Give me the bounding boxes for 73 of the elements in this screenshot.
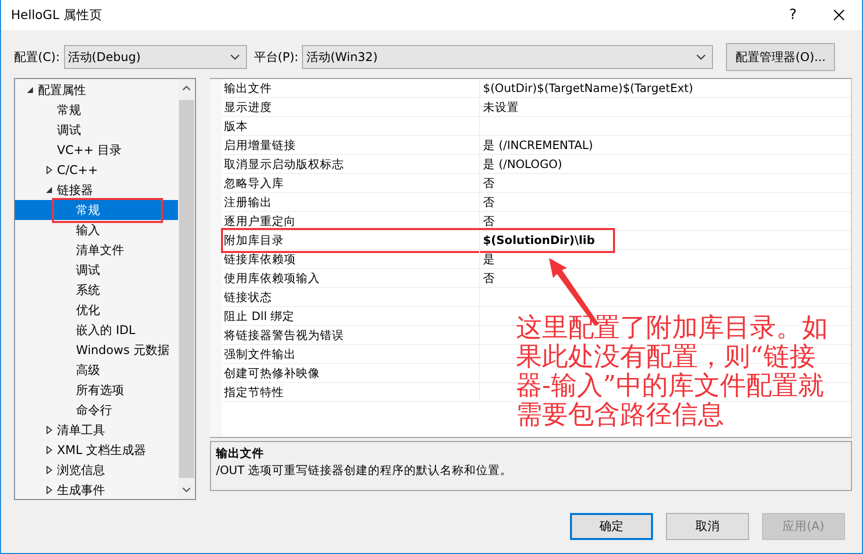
property-value[interactable]: $(OutDir)$(TargetName)$(TargetExt): [483, 79, 694, 97]
expanded-arrow-icon[interactable]: [26, 86, 34, 94]
property-name: 忽略导入库: [222, 174, 480, 192]
property-name: 输出文件: [222, 79, 480, 97]
property-name: 将链接器警告视为错误: [222, 326, 480, 344]
collapsed-arrow-icon[interactable]: [45, 486, 53, 494]
close-icon[interactable]: [833, 9, 845, 21]
tree-item[interactable]: 清单文件: [75, 242, 125, 258]
tree-item[interactable]: 生成事件: [56, 482, 106, 498]
tree-item[interactable]: 调试: [56, 122, 82, 138]
property-name: 显示进度: [222, 98, 480, 116]
property-name: 逐用户重定向: [222, 212, 480, 230]
expanded-arrow-icon[interactable]: [45, 186, 53, 194]
collapsed-arrow-icon[interactable]: [45, 166, 53, 174]
tree-item[interactable]: 高级: [75, 362, 101, 378]
collapsed-arrow-icon[interactable]: [45, 426, 53, 434]
property-name: 版本: [222, 117, 480, 135]
dialog-button[interactable]: 取消: [666, 513, 749, 540]
property-name: 附加库目录: [222, 231, 480, 249]
platform-dropdown[interactable]: 活动(Win32): [302, 45, 714, 69]
tree-item[interactable]: 浏览信息: [56, 462, 106, 478]
property-value[interactable]: 否: [483, 193, 495, 211]
configuration-manager-button[interactable]: 配置管理器(O)...: [726, 43, 835, 71]
tree-item[interactable]: 系统: [75, 282, 101, 298]
tree-item[interactable]: 配置属性: [37, 82, 87, 98]
tree-item[interactable]: 所有选项: [75, 382, 125, 398]
tree-item[interactable]: VC++ 目录: [56, 142, 123, 158]
dropdown-caret-icon: [696, 54, 706, 60]
annotation-text: 这里配置了附加库目录。如果此处没有配置，则“链接器-输入”中的库文件配置就需要包含路径信息: [516, 314, 829, 430]
property-name: 创建可热修补映像: [222, 364, 480, 382]
property-name: 取消显示启动版权标志: [222, 155, 480, 173]
property-value[interactable]: 未设置: [483, 98, 519, 116]
tree-item[interactable]: 优化: [75, 302, 101, 318]
property-value[interactable]: 否: [483, 174, 495, 192]
property-name: 链接状态: [222, 288, 480, 306]
tree-item[interactable]: 常规: [56, 102, 82, 118]
property-value[interactable]: 否: [483, 269, 495, 287]
collapsed-arrow-icon[interactable]: [45, 466, 53, 474]
tree-item[interactable]: 输入: [75, 222, 101, 238]
scroll-up-icon[interactable]: [182, 85, 191, 92]
scroll-down-icon[interactable]: [182, 486, 191, 493]
property-value[interactable]: 是 (/INCREMENTAL): [483, 136, 593, 154]
property-value[interactable]: 是 (/NOLOGO): [483, 155, 562, 173]
tree-item[interactable]: C/C++: [56, 163, 99, 177]
dropdown-caret-icon: [230, 54, 240, 60]
tree-item[interactable]: 嵌入的 IDL: [75, 322, 136, 338]
window-title: HelloGL 属性页: [11, 6, 104, 24]
description-title: 输出文件: [216, 446, 265, 461]
tree-item[interactable]: Windows 元数据: [75, 342, 170, 358]
tree-item[interactable]: 调试: [75, 262, 101, 278]
platform-label: 平台(P):: [254, 48, 298, 66]
property-name: 阻止 Dll 绑定: [222, 307, 480, 325]
tree-item[interactable]: 链接器: [56, 182, 94, 198]
tree-item[interactable]: XML 文档生成器: [56, 442, 148, 458]
configuration-label: 配置(C):: [14, 48, 60, 66]
tree-item[interactable]: 常规: [75, 202, 101, 218]
property-name: 使用库依赖项输入: [222, 269, 480, 287]
dialog-button[interactable]: 确定: [570, 513, 653, 540]
property-name: 强制文件输出: [222, 345, 480, 363]
property-value[interactable]: $(SolutionDir)\lib: [483, 231, 595, 249]
property-value[interactable]: 是: [483, 250, 495, 268]
description-text: /OUT 选项可重写链接器创建的程序的默认名称和位置。: [216, 463, 512, 477]
tree-item[interactable]: 命令行: [75, 402, 113, 418]
property-name: 启用增量链接: [222, 136, 480, 154]
help-button[interactable]: ?: [770, 7, 816, 23]
collapsed-arrow-icon[interactable]: [45, 446, 53, 454]
scrollbar[interactable]: [178, 79, 195, 499]
property-name: 链接库依赖项: [222, 250, 480, 268]
tree-item[interactable]: 清单工具: [56, 422, 106, 438]
configuration-dropdown[interactable]: 活动(Debug): [64, 45, 247, 69]
property-name: 注册输出: [222, 193, 480, 211]
property-name: 指定节特性: [222, 383, 480, 401]
property-value[interactable]: 否: [483, 212, 495, 230]
